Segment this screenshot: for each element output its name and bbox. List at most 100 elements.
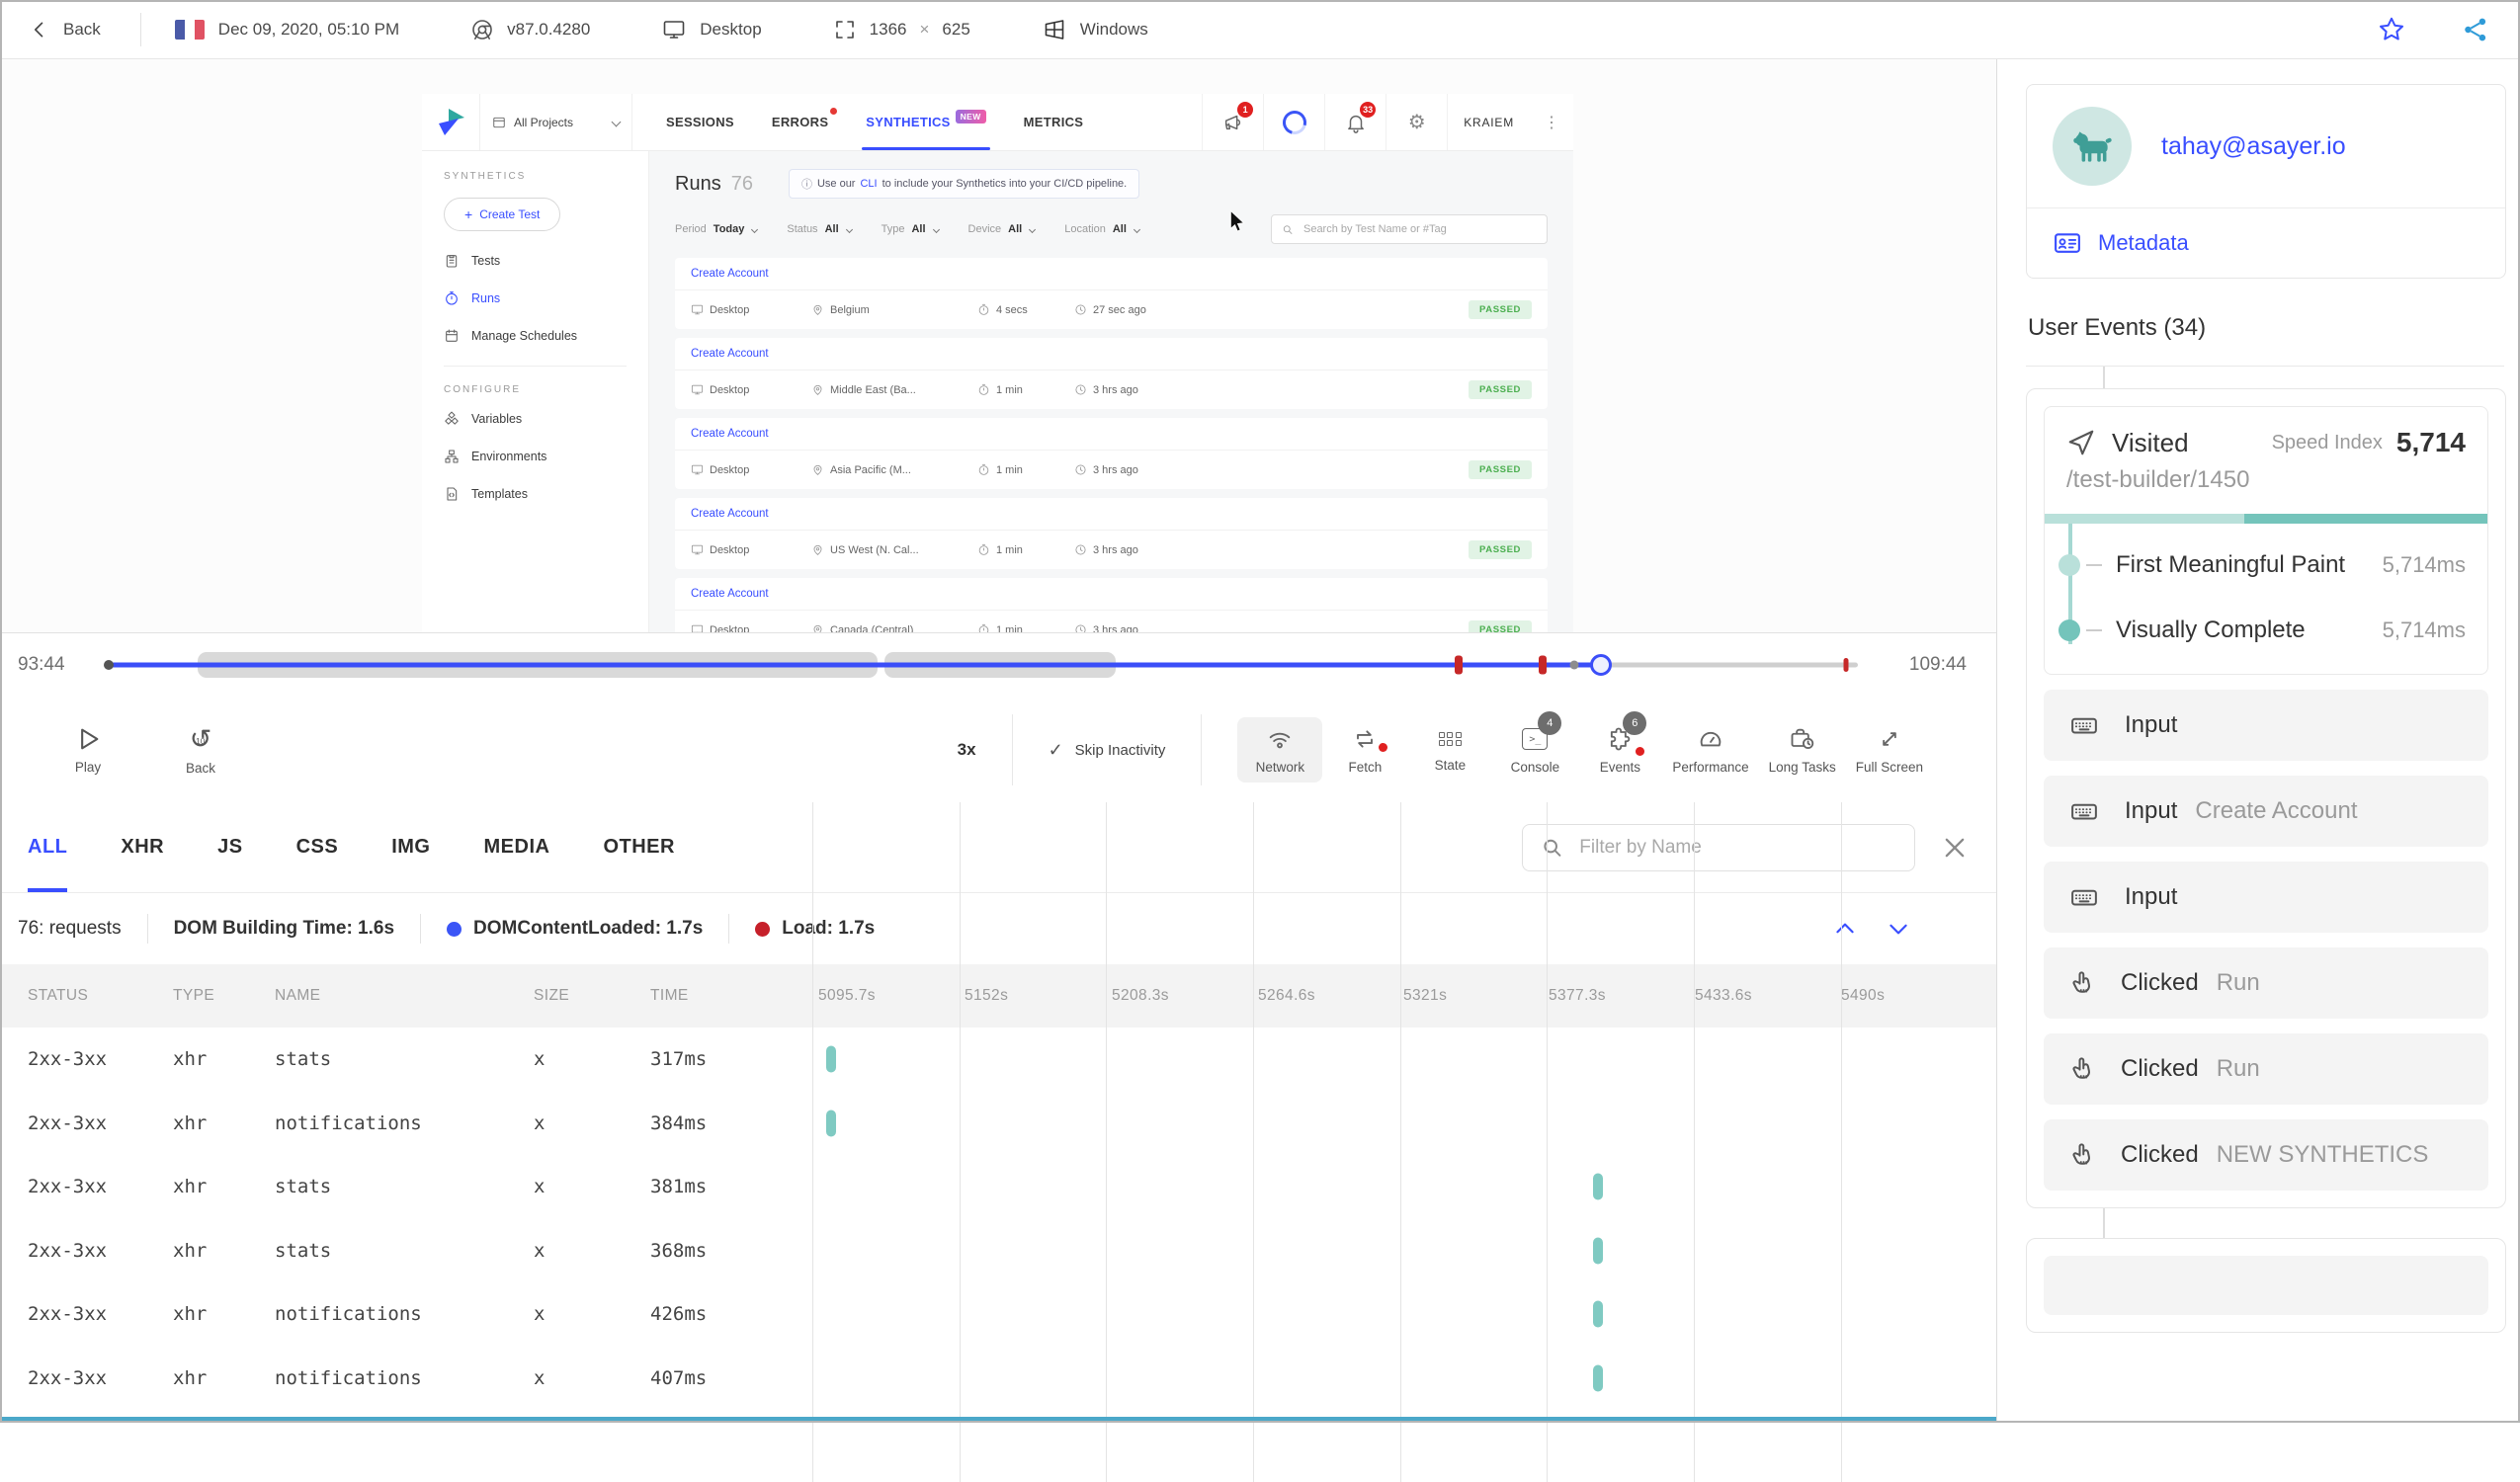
events-group: Visited Speed Index 5,714 /test-builder/… [2026,388,2506,1208]
network-filter-input[interactable] [1577,836,1896,860]
event-connector-line [2103,1208,2105,1238]
replay-stage: All Projects SESSIONS ERRORS SYNTHETICSN… [0,59,1996,632]
close-panel-icon[interactable] [1941,834,1969,862]
playback-speed-button[interactable]: 3x [958,740,976,760]
monitor-icon [691,383,704,396]
event-item-input[interactable]: Input [2044,690,2488,761]
cli-info-note: ⓘ Use our CLI to include your Synthetics… [789,169,1139,199]
replayed-app-tabs: SESSIONS ERRORS SYNTHETICSNEW METRICS [632,94,1117,150]
network-panel-button[interactable]: Network [1237,717,1322,782]
project-selector: All Projects [479,94,632,150]
back-10-button[interactable]: ↺10 Back [158,716,243,783]
search-icon [1541,835,1563,861]
network-tab-xhr[interactable]: XHR [121,802,164,892]
filter-status: StatusAll [787,223,851,235]
notifications-count-badge: 33 [1360,102,1376,118]
event-item-click[interactable]: ClickedRun [2044,1033,2488,1105]
event-item-input[interactable]: InputCreate Account [2044,776,2488,847]
waterfall-bar [826,1046,836,1073]
status-badge: PASSED [1469,620,1532,632]
divider [728,914,729,944]
request-row[interactable]: 2xx-3xxxhrnotificationsx407ms [0,1347,1996,1411]
request-row[interactable]: 2xx-3xxxhrstatsx381ms [0,1155,1996,1219]
runs-count: 76 [731,173,753,196]
test-search-input-wrap [1271,214,1548,244]
network-tab-media[interactable]: MEDIA [484,802,550,892]
network-tab-all[interactable]: ALL [28,802,67,892]
events-panel-button[interactable]: 6 Events [1577,717,1662,782]
notifications-button: 33 [1324,94,1386,150]
location-pin-icon [811,463,824,476]
resolution-height: 625 [942,20,969,40]
favorite-star-icon[interactable] [2377,15,2406,44]
animal-avatar-icon [2067,122,2117,171]
dom-building-time: DOM Building Time: 1.6s [174,918,394,940]
request-row[interactable]: 2xx-3xxxhrnotificationsx426ms [0,1282,1996,1347]
session-user-sidebar: tahay@asayer.io Metadata User Events (34… [1996,59,2520,1423]
errors-notification-dot [830,108,837,115]
clock-icon [1074,543,1087,556]
event-item-input[interactable]: Input [2044,862,2488,933]
timeline-start-dot [104,660,114,670]
timeline-progress [107,663,1601,668]
metric-dash [2086,629,2102,631]
network-panel: ALL XHR JS CSS IMG MEDIA OTHER 76: reque… [0,802,1996,1423]
time-tick: 5433.6s [1695,987,1752,1005]
visited-label: Visited [2112,428,2189,458]
visited-event-card[interactable]: Visited Speed Index 5,714 /test-builder/… [2044,406,2488,675]
filter-location: LocationAll [1064,223,1139,235]
sidebar-section-configure: CONFIGURE [444,384,627,395]
load-time: Load: 1.7s [755,918,875,940]
network-tab-other[interactable]: OTHER [603,802,675,892]
project-selector-value: All Projects [514,116,573,129]
network-tab-js[interactable]: JS [217,802,242,892]
timeline-track[interactable] [107,633,1858,697]
france-flag-icon [175,20,205,40]
visited-url: /test-builder/1450 [2045,464,2487,514]
chevron-down-icon [933,225,940,232]
collapse-up-icon[interactable] [1830,916,1860,942]
check-icon: ✓ [1049,740,1063,761]
long-tasks-panel-button[interactable]: Long Tasks [1759,717,1846,782]
os-group: Windows [1042,18,1148,41]
network-tab-img[interactable]: IMG [391,802,430,892]
request-row[interactable]: 2xx-3xxxhrstatsx317ms [0,1028,1996,1092]
time-tick: 5095.7s [818,987,876,1005]
expand-down-icon[interactable] [1884,916,1913,942]
chevron-down-icon [846,225,853,232]
share-icon[interactable] [2461,15,2490,44]
network-table-body: 2xx-3xxxhrstatsx317ms 2xx-3xxxhrnotifica… [0,1028,1996,1410]
network-tab-css[interactable]: CSS [296,802,339,892]
waterfall-bar [1593,1364,1603,1391]
status-badge: PASSED [1469,540,1532,559]
replayed-app-sidebar: SYNTHETICS +Create Test Tests Runs Manag… [422,151,649,632]
event-item-click[interactable]: ClickedRun [2044,947,2488,1019]
full-screen-button[interactable]: Full Screen [1846,717,1933,782]
keyboard-icon [2067,710,2101,740]
event-item[interactable] [2044,1256,2488,1315]
performance-panel-button[interactable]: Performance [1662,717,1758,782]
back-button[interactable]: Back [30,20,101,40]
runs-page-title: Runs [675,173,721,196]
metadata-button[interactable]: Metadata [2027,207,2505,278]
window-icon [492,116,506,129]
playhead-handle[interactable] [1590,654,1612,676]
fetch-panel-button[interactable]: Fetch [1322,717,1407,782]
request-row[interactable]: 2xx-3xxxhrnotificationsx384ms [0,1092,1996,1156]
dom-content-loaded: DOMContentLoaded: 1.7s [447,918,703,940]
timeline-end-time: 109:44 [1909,654,1967,676]
network-stats-row: 76: requests DOM Building Time: 1.6s DOM… [0,893,1996,964]
skip-inactivity-toggle[interactable]: ✓ Skip Inactivity [1049,740,1166,761]
duration-icon [977,463,990,476]
player-controls: Play ↺10 Back 3x ✓ Skip Inactivity Netwo… [0,697,1996,803]
requests-count: 76: requests [18,918,122,940]
play-button[interactable]: Play [45,717,130,782]
speedometer-icon [1696,725,1725,753]
metric-row: Visually Complete 5,714ms [2060,617,2466,644]
request-row[interactable]: 2xx-3xxxhrstatsx368ms [0,1219,1996,1283]
console-panel-button[interactable]: >_ 4 Console [1492,717,1577,782]
kebab-icon: ⋮ [1544,113,1559,132]
status-badge: PASSED [1469,380,1532,399]
event-item-click[interactable]: ClickedNEW SYNTHETICS [2044,1119,2488,1191]
state-panel-button[interactable]: State [1407,719,1492,782]
